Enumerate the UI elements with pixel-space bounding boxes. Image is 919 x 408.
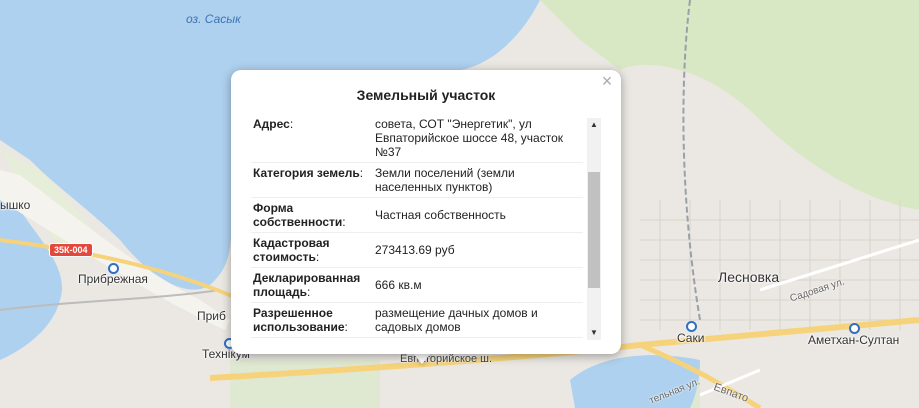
table-row: Разрешенное использование: размещение да… bbox=[251, 302, 583, 338]
place-label-cut: ышко bbox=[0, 198, 31, 212]
lake-label: оз. Сасык bbox=[186, 12, 241, 26]
properties-table: Адрес: совета, СОТ "Энергетик", ул Евпат… bbox=[251, 114, 583, 338]
table-row: Кадастровая стоимость: 273413.69 руб bbox=[251, 232, 583, 268]
scrollbar-thumb[interactable] bbox=[588, 172, 600, 288]
popup-scrollbar[interactable]: ▲ ▼ bbox=[587, 118, 601, 340]
place-label-pribrezhnaya: Прибрежная bbox=[78, 272, 148, 286]
place-label-saki: Саки bbox=[677, 331, 705, 345]
row-label: Кадастровая стоимость: bbox=[251, 232, 367, 268]
row-value: 666 кв.м bbox=[367, 267, 583, 303]
row-label: Адрес: bbox=[251, 114, 367, 163]
place-label-lesnovka: Лесновка bbox=[718, 269, 780, 285]
row-value: 273413.69 руб bbox=[367, 232, 583, 268]
popup-title: Земельный участок bbox=[356, 87, 496, 103]
row-label: Разрешенное использование: bbox=[251, 302, 367, 338]
popup-content[interactable]: Адрес: совета, СОТ "Энергетик", ул Евпат… bbox=[251, 114, 603, 338]
row-label: Форма собственности: bbox=[251, 197, 367, 233]
place-label-ametkhan: Аметхан-Султан bbox=[808, 333, 900, 347]
row-value: Частная собственность bbox=[367, 197, 583, 233]
row-value: размещение дачных домов и садовых домов bbox=[367, 302, 583, 338]
land-plot-popup: × Земельный участок Адрес: совета, СОТ "… bbox=[231, 70, 621, 354]
row-value: Земли поселений (земли населенных пункто… bbox=[367, 162, 583, 198]
table-row: Декларированная площадь: 666 кв.м bbox=[251, 267, 583, 303]
road-sign: 35К-004 bbox=[49, 243, 93, 257]
place-label-cut2: Приб bbox=[197, 309, 226, 323]
scroll-down-icon[interactable]: ▼ bbox=[587, 326, 601, 340]
row-value: совета, СОТ "Энергетик", ул Евпаторийско… bbox=[367, 114, 583, 163]
table-row: Форма собственности: Частная собственнос… bbox=[251, 197, 583, 233]
scroll-up-icon[interactable]: ▲ bbox=[587, 118, 601, 132]
row-label: Декларированная площадь: bbox=[251, 267, 367, 303]
table-row: Адрес: совета, СОТ "Энергетик", ул Евпат… bbox=[251, 114, 583, 163]
row-label: Категория земель: bbox=[251, 162, 367, 198]
table-row: Категория земель: Земли поселений (земли… bbox=[251, 162, 583, 198]
